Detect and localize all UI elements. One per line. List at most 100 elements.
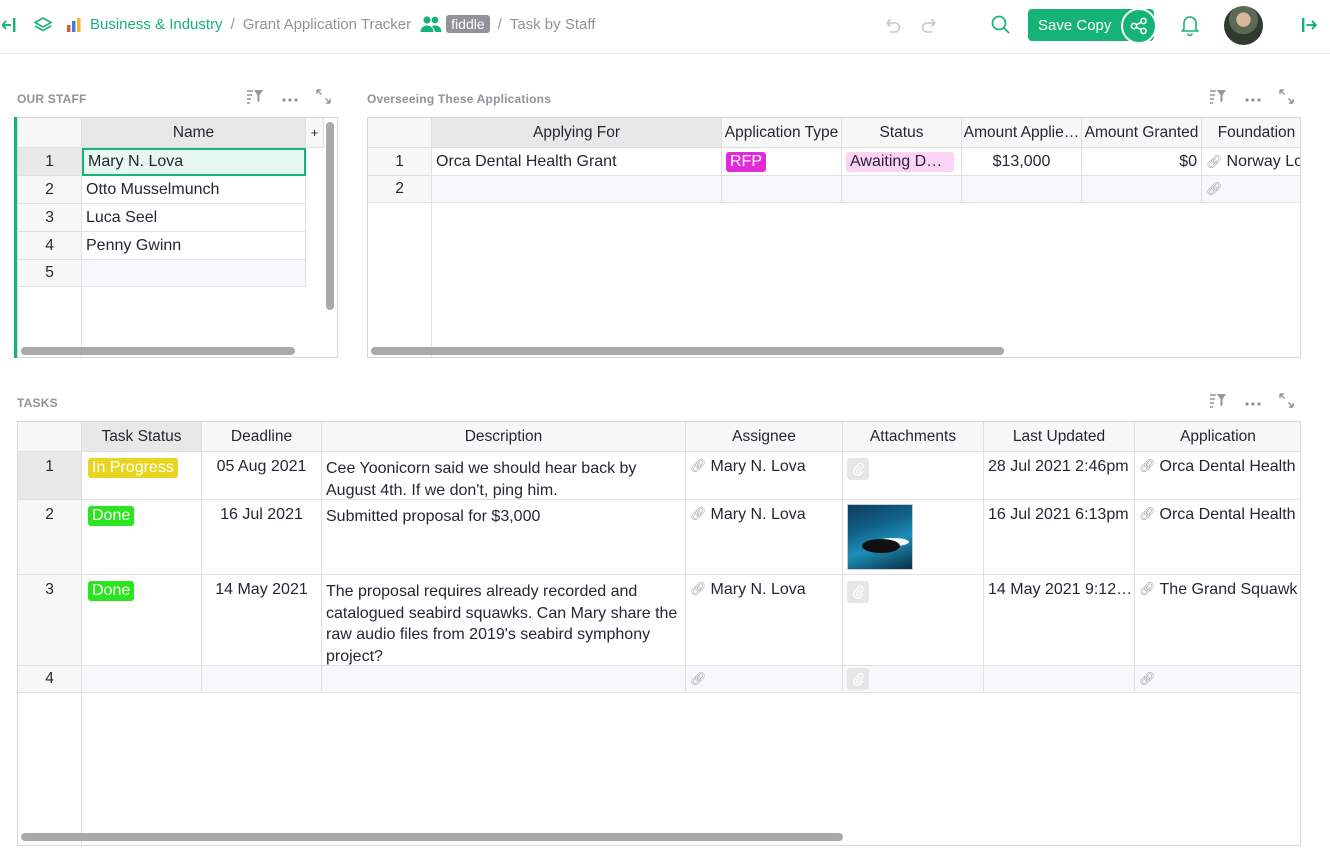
new-row-cell[interactable] <box>82 260 306 287</box>
application-cell[interactable]: 🔗︎ Orca Dental Health G <box>1135 500 1300 575</box>
task-status-cell[interactable]: Done <box>82 575 202 666</box>
column-header[interactable]: Description <box>322 422 686 452</box>
staff-name-cell[interactable]: Luca Seel <box>82 204 306 232</box>
share-icon[interactable] <box>1121 8 1157 44</box>
new-row-cell[interactable]: 🔗︎ <box>1135 666 1300 693</box>
column-header[interactable]: Foundation <box>1202 118 1300 148</box>
more-icon[interactable] <box>1245 394 1261 409</box>
new-row-cell[interactable] <box>962 176 1082 203</box>
row-number[interactable]: 2 <box>368 176 432 203</box>
expand-icon[interactable] <box>1279 392 1294 411</box>
attachments-cell[interactable] <box>843 452 984 500</box>
new-row-cell[interactable] <box>984 666 1135 693</box>
horizontal-scrollbar[interactable] <box>371 347 1004 355</box>
applying-for-cell[interactable]: Orca Dental Health Grant <box>432 148 722 176</box>
expand-icon[interactable] <box>316 88 331 107</box>
amount-granted-cell[interactable]: $0 <box>1082 148 1202 176</box>
description-cell[interactable]: Cee Yoonicorn said we should hear back b… <box>322 452 686 500</box>
assignee-cell[interactable]: 🔗︎ Mary N. Lova <box>686 575 843 666</box>
row-number[interactable]: 2 <box>18 500 82 575</box>
new-row-cell[interactable] <box>1082 176 1202 203</box>
new-row-cell[interactable] <box>432 176 722 203</box>
table-row[interactable]: 3 Luca Seel <box>18 204 306 232</box>
row-number[interactable]: 1 <box>368 148 432 176</box>
add-row[interactable]: 2 🔗︎ <box>368 176 1300 203</box>
column-header[interactable]: Application <box>1135 422 1300 452</box>
column-header[interactable]: Deadline <box>202 422 322 452</box>
new-row-cell[interactable] <box>202 666 322 693</box>
row-number[interactable]: 3 <box>18 575 82 666</box>
column-header[interactable]: Amount Applie… <box>962 118 1082 148</box>
column-header[interactable]: Status <box>842 118 962 148</box>
table-row[interactable]: 2 Done 16 Jul 2021 Submitted proposal fo… <box>18 500 1300 575</box>
row-number[interactable]: 3 <box>18 204 82 232</box>
expand-icon[interactable] <box>1279 88 1294 107</box>
paperclip-icon[interactable] <box>847 458 869 480</box>
new-row-cell[interactable]: 🔗︎ <box>1202 176 1300 203</box>
new-row-cell[interactable] <box>722 176 842 203</box>
application-cell[interactable]: 🔗︎ Orca Dental Health G <box>1135 452 1300 500</box>
row-number[interactable]: 5 <box>18 260 82 287</box>
staff-name-cell[interactable]: Mary N. Lova <box>82 148 306 176</box>
attachments-cell[interactable] <box>843 575 984 666</box>
description-cell[interactable]: The proposal requires already recorded a… <box>322 575 686 666</box>
attachment-thumbnail[interactable] <box>847 504 913 570</box>
staff-name-cell[interactable]: Otto Musselmunch <box>82 176 306 204</box>
new-row-cell[interactable] <box>842 176 962 203</box>
avatar[interactable] <box>1224 6 1263 45</box>
add-row[interactable]: 5 <box>18 260 306 287</box>
vertical-scrollbar[interactable] <box>326 122 334 310</box>
corner-cell[interactable] <box>18 118 82 148</box>
column-header[interactable]: Task Status <box>82 422 202 452</box>
horizontal-scrollbar[interactable] <box>21 347 295 355</box>
row-number[interactable]: 4 <box>18 232 82 260</box>
bell-icon[interactable] <box>1180 14 1200 36</box>
row-number[interactable]: 4 <box>18 666 82 693</box>
new-row-cell[interactable]: 🔗︎ <box>686 666 843 693</box>
table-row[interactable]: 1 In Progress 05 Aug 2021 Cee Yoonicorn … <box>18 452 1300 500</box>
sort-filter-icon[interactable] <box>1209 392 1227 411</box>
column-header[interactable]: Applying For <box>432 118 722 148</box>
task-status-cell[interactable]: In Progress <box>82 452 202 500</box>
deadline-cell[interactable]: 16 Jul 2021 <box>202 500 322 575</box>
task-status-cell[interactable]: Done <box>82 500 202 575</box>
table-row[interactable]: 3 Done 14 May 2021 The proposal requires… <box>18 575 1300 666</box>
application-type-cell[interactable]: RFP <box>722 148 842 176</box>
row-number[interactable]: 2 <box>18 176 82 204</box>
table-row[interactable]: 2 Otto Musselmunch <box>18 176 306 204</box>
column-header[interactable]: Application Type <box>722 118 842 148</box>
assignee-cell[interactable]: 🔗︎ Mary N. Lova <box>686 452 843 500</box>
table-row[interactable]: 1 Mary N. Lova <box>18 148 306 176</box>
row-number[interactable]: 1 <box>18 452 82 500</box>
staff-name-cell[interactable]: Penny Gwinn <box>82 232 306 260</box>
column-header[interactable]: Amount Granted <box>1082 118 1202 148</box>
sort-filter-icon[interactable] <box>1209 88 1227 107</box>
assignee-cell[interactable]: 🔗︎ Mary N. Lova <box>686 500 843 575</box>
new-row-cell[interactable] <box>843 666 984 693</box>
column-header[interactable]: Attachments <box>843 422 984 452</box>
exit-icon[interactable] <box>1301 16 1319 34</box>
add-row[interactable]: 4 🔗︎ 🔗︎ <box>18 666 1300 693</box>
status-cell[interactable]: Awaiting D… <box>842 148 962 176</box>
redo-icon[interactable] <box>920 15 940 35</box>
deadline-cell[interactable]: 05 Aug 2021 <box>202 452 322 500</box>
breadcrumb-category[interactable]: Business & Industry <box>90 16 223 33</box>
undo-icon[interactable] <box>882 15 902 35</box>
back-arrow-icon[interactable] <box>2 16 16 34</box>
table-row[interactable]: 4 Penny Gwinn <box>18 232 306 260</box>
search-icon[interactable] <box>990 14 1011 35</box>
last-updated-cell[interactable]: 16 Jul 2021 6:13pm <box>984 500 1135 575</box>
layers-icon[interactable] <box>33 15 53 35</box>
more-icon[interactable] <box>1245 90 1261 105</box>
new-row-cell[interactable] <box>322 666 686 693</box>
horizontal-scrollbar[interactable] <box>21 833 843 841</box>
foundation-cell[interactable]: 🔗︎ Norway Lo <box>1202 148 1300 176</box>
amount-applied-cell[interactable]: $13,000 <box>962 148 1082 176</box>
column-header[interactable]: Assignee <box>686 422 843 452</box>
corner-cell[interactable] <box>18 422 82 452</box>
deadline-cell[interactable]: 14 May 2021 <box>202 575 322 666</box>
last-updated-cell[interactable]: 28 Jul 2021 2:46pm <box>984 452 1135 500</box>
attachments-cell[interactable] <box>843 500 984 575</box>
more-icon[interactable] <box>282 90 298 105</box>
table-row[interactable]: 1 Orca Dental Health Grant RFP Awaiting … <box>368 148 1300 176</box>
